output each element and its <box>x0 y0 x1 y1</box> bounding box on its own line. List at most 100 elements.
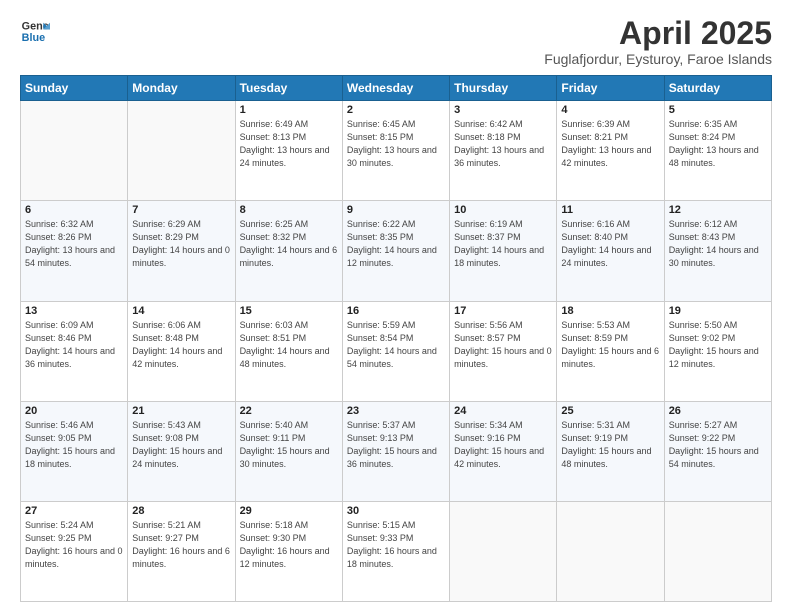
day-info: Sunrise: 5:21 AM Sunset: 9:27 PM Dayligh… <box>132 519 230 571</box>
day-info: Sunrise: 6:25 AM Sunset: 8:32 PM Dayligh… <box>240 218 338 270</box>
calendar-week-row: 27Sunrise: 5:24 AM Sunset: 9:25 PM Dayli… <box>21 501 772 601</box>
page: General Blue April 2025 Fuglafjordur, Ey… <box>0 0 792 612</box>
table-row: 26 Sunrise: 5:27 AM Sunset: 9:22 PM Dayli… <box>664 401 771 501</box>
table-row: 23 Sunrise: 5:37 AM Sunset: 9:13 PM Dayli… <box>342 401 449 501</box>
day-info: Sunrise: 6:09 AM Sunset: 8:46 PM Dayligh… <box>25 319 123 371</box>
day-info: Sunrise: 5:37 AM Sunset: 9:13 PM Dayligh… <box>347 419 445 471</box>
day-info: Sunrise: 6:35 AM Sunset: 8:24 PM Dayligh… <box>669 118 767 170</box>
table-row: 5 Sunrise: 6:35 AM Sunset: 8:24 PM Daylig… <box>664 101 771 201</box>
header: General Blue April 2025 Fuglafjordur, Ey… <box>20 16 772 67</box>
header-wednesday: Wednesday <box>342 76 449 101</box>
day-info: Sunrise: 6:49 AM Sunset: 8:13 PM Dayligh… <box>240 118 338 170</box>
day-info: Sunrise: 6:12 AM Sunset: 8:43 PM Dayligh… <box>669 218 767 270</box>
day-number: 4 <box>561 104 659 116</box>
day-info: Sunrise: 5:43 AM Sunset: 9:08 PM Dayligh… <box>132 419 230 471</box>
table-row: 2 Sunrise: 6:45 AM Sunset: 8:15 PM Daylig… <box>342 101 449 201</box>
table-row: 28 Sunrise: 5:21 AM Sunset: 9:27 PM Dayli… <box>128 501 235 601</box>
day-number: 19 <box>669 305 767 317</box>
day-number: 5 <box>669 104 767 116</box>
day-info: Sunrise: 5:27 AM Sunset: 9:22 PM Dayligh… <box>669 419 767 471</box>
table-row <box>128 101 235 201</box>
table-row: 3 Sunrise: 6:42 AM Sunset: 8:18 PM Daylig… <box>450 101 557 201</box>
day-info: Sunrise: 5:46 AM Sunset: 9:05 PM Dayligh… <box>25 419 123 471</box>
day-number: 30 <box>347 505 445 517</box>
table-row: 16Sunrise: 5:59 AM Sunset: 8:54 PM Dayli… <box>342 301 449 401</box>
day-info: Sunrise: 5:34 AM Sunset: 9:16 PM Dayligh… <box>454 419 552 471</box>
table-row: 6 Sunrise: 6:32 AM Sunset: 8:26 PM Daylig… <box>21 201 128 301</box>
day-number: 24 <box>454 405 552 417</box>
table-row: 22 Sunrise: 5:40 AM Sunset: 9:11 PM Dayli… <box>235 401 342 501</box>
day-info: Sunrise: 6:06 AM Sunset: 8:48 PM Dayligh… <box>132 319 230 371</box>
day-number: 27 <box>25 505 123 517</box>
day-info: Sunrise: 5:50 AM Sunset: 9:02 PM Dayligh… <box>669 319 767 371</box>
header-friday: Friday <box>557 76 664 101</box>
day-info: Sunrise: 6:45 AM Sunset: 8:15 PM Dayligh… <box>347 118 445 170</box>
header-saturday: Saturday <box>664 76 771 101</box>
day-info: Sunrise: 6:03 AM Sunset: 8:51 PM Dayligh… <box>240 319 338 371</box>
calendar-week-row: 13 Sunrise: 6:09 AM Sunset: 8:46 PM Dayli… <box>21 301 772 401</box>
day-info: Sunrise: 5:56 AM Sunset: 8:57 PM Dayligh… <box>454 319 552 371</box>
day-number: 21 <box>132 405 230 417</box>
table-row: 20 Sunrise: 5:46 AM Sunset: 9:05 PM Dayli… <box>21 401 128 501</box>
day-number: 2 <box>347 104 445 116</box>
logo-icon: General Blue <box>20 16 50 46</box>
day-number: 14 <box>132 305 230 317</box>
calendar-week-row: 6 Sunrise: 6:32 AM Sunset: 8:26 PM Daylig… <box>21 201 772 301</box>
table-row <box>557 501 664 601</box>
day-info: Sunrise: 5:18 AM Sunset: 9:30 PM Dayligh… <box>240 519 338 571</box>
day-number: 3 <box>454 104 552 116</box>
table-row: 21 Sunrise: 5:43 AM Sunset: 9:08 PM Dayli… <box>128 401 235 501</box>
table-row: 8 Sunrise: 6:25 AM Sunset: 8:32 PM Daylig… <box>235 201 342 301</box>
header-monday: Monday <box>128 76 235 101</box>
day-info: Sunrise: 6:39 AM Sunset: 8:21 PM Dayligh… <box>561 118 659 170</box>
table-row <box>664 501 771 601</box>
day-number: 26 <box>669 405 767 417</box>
table-row: 14 Sunrise: 6:06 AM Sunset: 8:48 PM Dayli… <box>128 301 235 401</box>
day-info: Sunrise: 6:19 AM Sunset: 8:37 PM Dayligh… <box>454 218 552 270</box>
day-info: Sunrise: 5:15 AM Sunset: 9:33 PM Dayligh… <box>347 519 445 571</box>
day-number: 8 <box>240 204 338 216</box>
table-row: 27Sunrise: 5:24 AM Sunset: 9:25 PM Dayli… <box>21 501 128 601</box>
table-row: 11 Sunrise: 6:16 AM Sunset: 8:40 PM Dayli… <box>557 201 664 301</box>
day-number: 7 <box>132 204 230 216</box>
day-number: 28 <box>132 505 230 517</box>
table-row: 15 Sunrise: 6:03 AM Sunset: 8:51 PM Dayli… <box>235 301 342 401</box>
day-number: 15 <box>240 305 338 317</box>
day-number: 12 <box>669 204 767 216</box>
day-number: 17 <box>454 305 552 317</box>
logo: General Blue <box>20 16 50 46</box>
table-row: 29 Sunrise: 5:18 AM Sunset: 9:30 PM Dayli… <box>235 501 342 601</box>
day-info: Sunrise: 5:59 AM Sunset: 8:54 PM Dayligh… <box>347 319 445 371</box>
table-row: 19 Sunrise: 5:50 AM Sunset: 9:02 PM Dayli… <box>664 301 771 401</box>
day-info: Sunrise: 6:32 AM Sunset: 8:26 PM Dayligh… <box>25 218 123 270</box>
table-row: 4 Sunrise: 6:39 AM Sunset: 8:21 PM Daylig… <box>557 101 664 201</box>
day-number: 10 <box>454 204 552 216</box>
header-sunday: Sunday <box>21 76 128 101</box>
day-number: 23 <box>347 405 445 417</box>
table-row: 18Sunrise: 5:53 AM Sunset: 8:59 PM Dayli… <box>557 301 664 401</box>
table-row: 9 Sunrise: 6:22 AM Sunset: 8:35 PM Daylig… <box>342 201 449 301</box>
day-number: 25 <box>561 405 659 417</box>
table-row: 12 Sunrise: 6:12 AM Sunset: 8:43 PM Dayli… <box>664 201 771 301</box>
day-number: 11 <box>561 204 659 216</box>
table-row: 7 Sunrise: 6:29 AM Sunset: 8:29 PM Daylig… <box>128 201 235 301</box>
day-info: Sunrise: 6:22 AM Sunset: 8:35 PM Dayligh… <box>347 218 445 270</box>
day-number: 18 <box>561 305 659 317</box>
table-row: 1Sunrise: 6:49 AM Sunset: 8:13 PM Daylig… <box>235 101 342 201</box>
day-info: Sunrise: 5:40 AM Sunset: 9:11 PM Dayligh… <box>240 419 338 471</box>
table-row <box>450 501 557 601</box>
subtitle: Fuglafjordur, Eysturoy, Faroe Islands <box>544 51 772 67</box>
day-number: 13 <box>25 305 123 317</box>
weekday-header-row: Sunday Monday Tuesday Wednesday Thursday… <box>21 76 772 101</box>
day-number: 9 <box>347 204 445 216</box>
day-number: 6 <box>25 204 123 216</box>
main-title: April 2025 <box>544 16 772 51</box>
calendar-week-row: 1Sunrise: 6:49 AM Sunset: 8:13 PM Daylig… <box>21 101 772 201</box>
day-number: 22 <box>240 405 338 417</box>
day-number: 20 <box>25 405 123 417</box>
day-info: Sunrise: 6:16 AM Sunset: 8:40 PM Dayligh… <box>561 218 659 270</box>
day-info: Sunrise: 6:42 AM Sunset: 8:18 PM Dayligh… <box>454 118 552 170</box>
day-info: Sunrise: 6:29 AM Sunset: 8:29 PM Dayligh… <box>132 218 230 270</box>
table-row: 25Sunrise: 5:31 AM Sunset: 9:19 PM Dayli… <box>557 401 664 501</box>
day-number: 29 <box>240 505 338 517</box>
